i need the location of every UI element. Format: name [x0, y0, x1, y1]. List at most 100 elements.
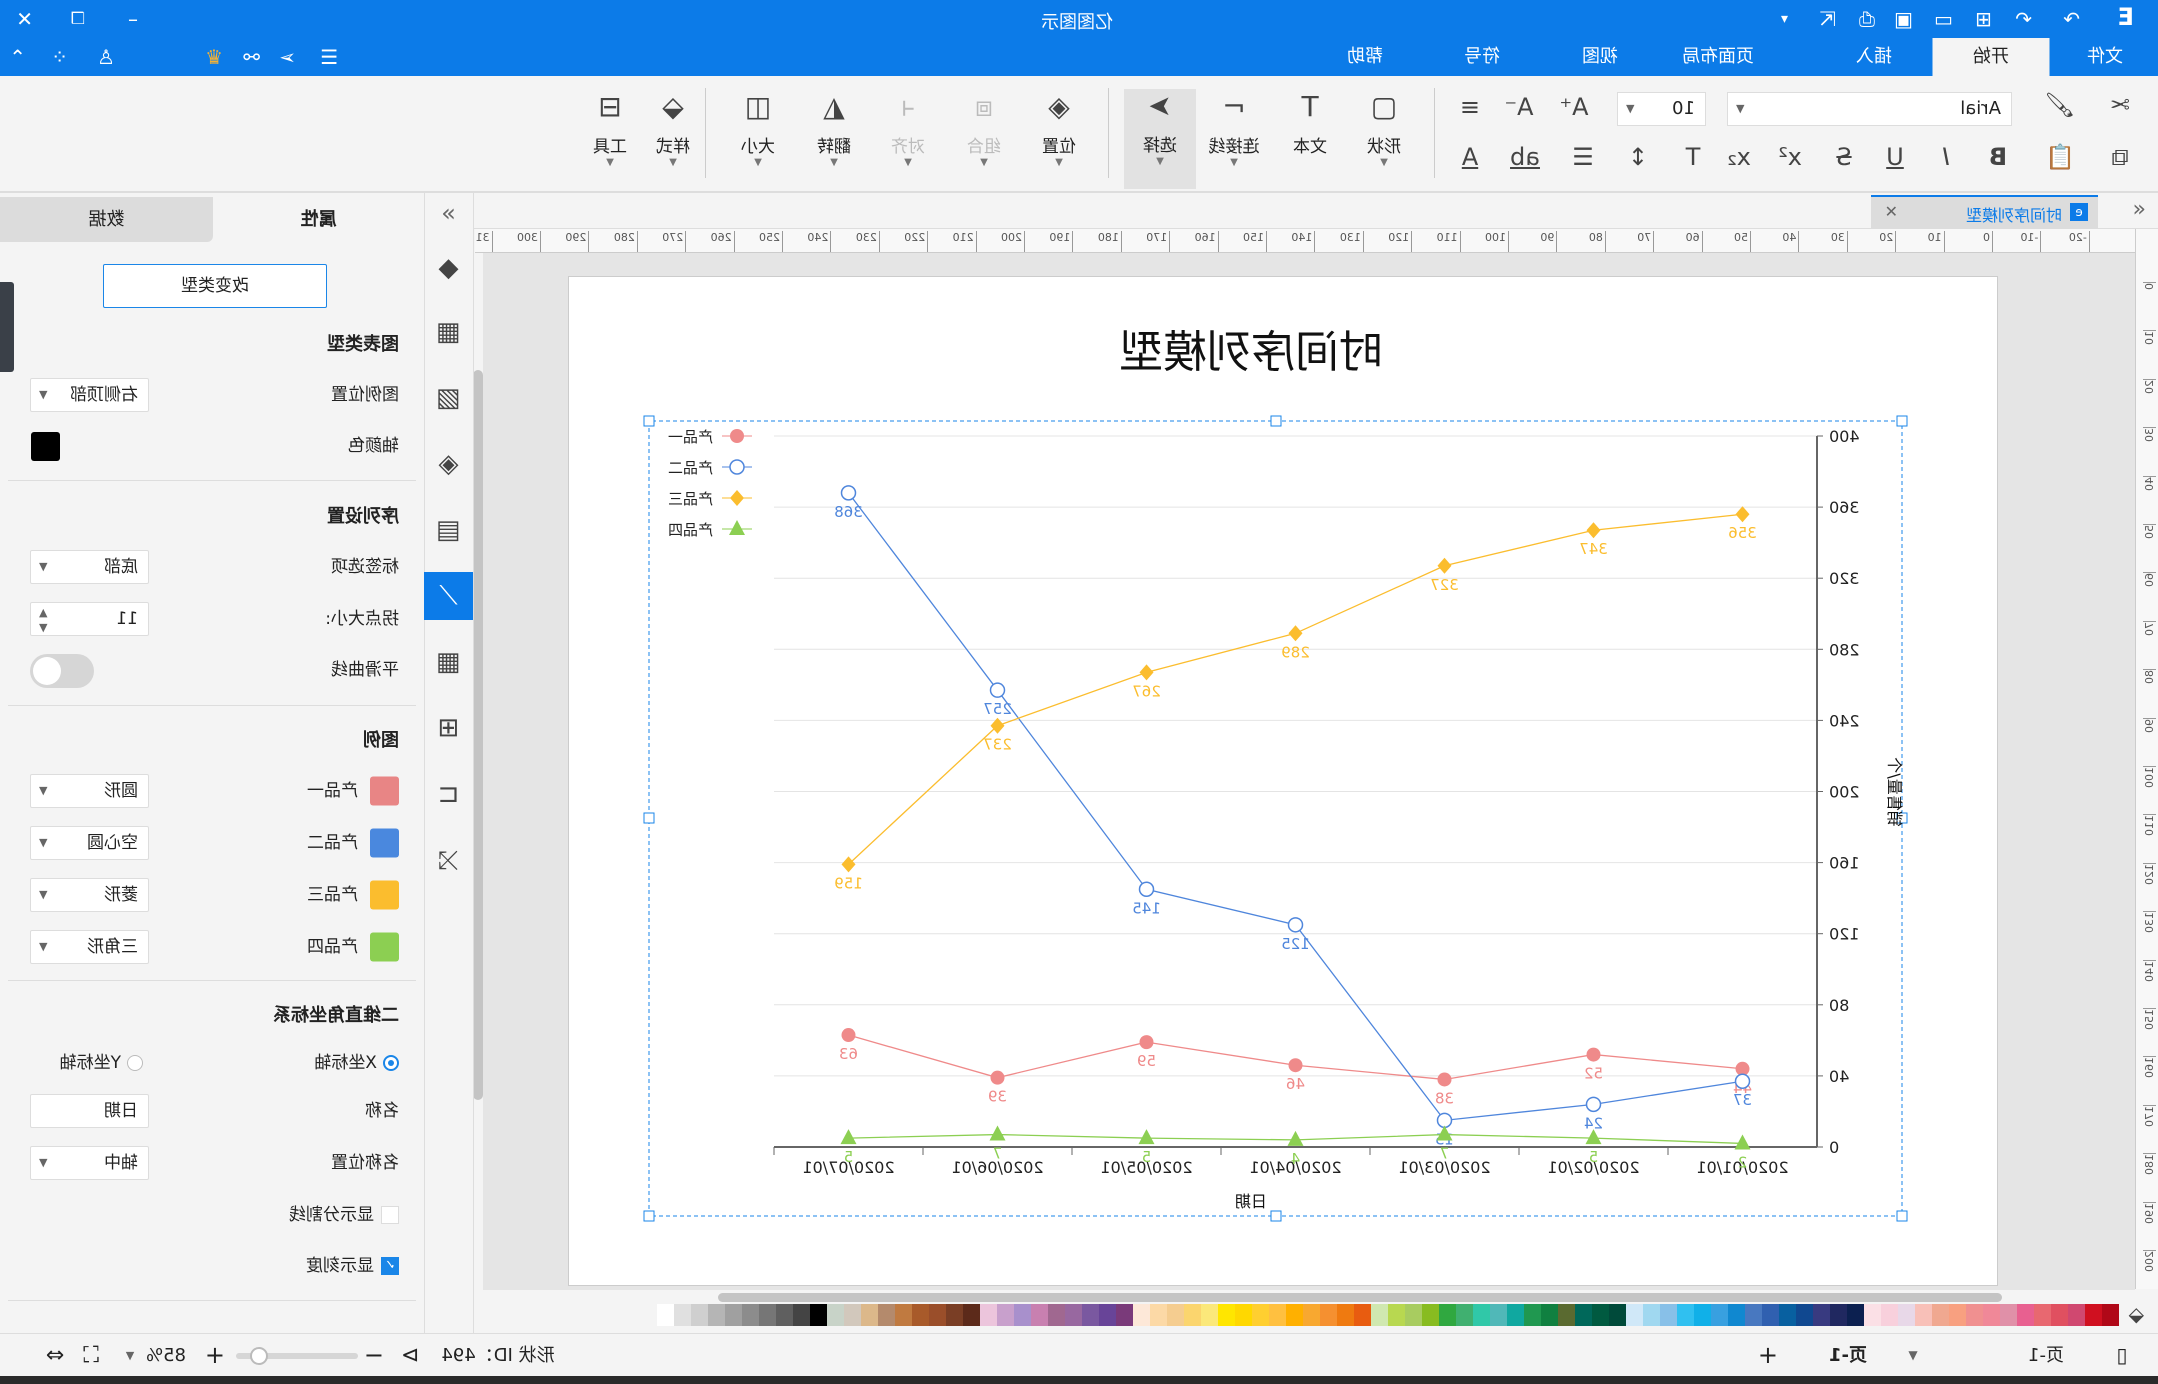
zoom-slider-handle[interactable] — [250, 1347, 268, 1365]
palette-swatch[interactable] — [1473, 1304, 1490, 1326]
open-icon[interactable]: ▭ — [1934, 7, 1953, 31]
fullscreen-icon[interactable]: ⛶ — [83, 1334, 98, 1377]
share-icon[interactable]: ⚯ — [243, 45, 260, 69]
tab-insert[interactable]: 插入 — [1838, 38, 1910, 76]
palette-swatch[interactable] — [742, 1304, 759, 1326]
select-button[interactable]: ➤ 选择 ▼ — [1124, 89, 1196, 189]
font-family-select[interactable]: Arial ▼ — [1727, 92, 2012, 126]
data-point[interactable] — [1139, 664, 1154, 681]
print-icon[interactable]: ⎙ — [1859, 7, 1875, 31]
legend-color-swatch[interactable] — [370, 828, 399, 858]
palette-swatch[interactable] — [1252, 1304, 1269, 1326]
feedback-icon[interactable]: ☰ — [320, 45, 338, 69]
palette-swatch[interactable] — [1456, 1304, 1473, 1326]
vertical-scrollbar[interactable] — [473, 370, 483, 1100]
data-point[interactable] — [1586, 522, 1601, 539]
more-icon[interactable]: ▾ — [1781, 8, 1788, 30]
palette-swatch[interactable] — [1660, 1304, 1677, 1326]
palette-swatch[interactable] — [1082, 1304, 1099, 1326]
palette-swatch[interactable] — [946, 1304, 963, 1326]
palette-swatch[interactable] — [1167, 1304, 1184, 1326]
theme-icon[interactable]: ♙ — [97, 45, 115, 69]
chevron-down-icon[interactable]: ▼ — [126, 1334, 134, 1377]
position-button[interactable]: ◈ 位置 ▼ — [1027, 90, 1091, 168]
palette-swatch[interactable] — [1116, 1304, 1133, 1326]
palette-swatch[interactable] — [1626, 1304, 1643, 1326]
underline-icon[interactable]: U — [1886, 143, 1904, 171]
palette-swatch[interactable] — [674, 1304, 691, 1326]
palette-swatch[interactable] — [1558, 1304, 1575, 1326]
tools-button[interactable]: ⊟ 工具 ▼ — [578, 90, 642, 168]
image-icon[interactable]: ▨ — [424, 374, 473, 422]
data-point[interactable] — [990, 1070, 1005, 1085]
collapse-ribbon-icon[interactable]: ⌃ — [9, 45, 26, 69]
data-point[interactable] — [1734, 1073, 1751, 1089]
italic-icon[interactable]: I — [1942, 143, 1949, 171]
connector-button[interactable]: ⌐ 连接线 ▼ — [1202, 90, 1266, 168]
save-icon[interactable]: ▣ — [1894, 7, 1913, 31]
palette-swatch[interactable] — [1847, 1304, 1864, 1326]
palette-swatch[interactable] — [1201, 1304, 1218, 1326]
palette-swatch[interactable] — [1422, 1304, 1439, 1326]
palette-swatch[interactable] — [1507, 1304, 1524, 1326]
expand-panel-icon[interactable]: » — [424, 189, 473, 237]
palette-swatch[interactable] — [2068, 1304, 2085, 1326]
palette-swatch[interactable] — [1371, 1304, 1388, 1326]
palette-swatch[interactable] — [1099, 1304, 1116, 1326]
palette-swatch[interactable] — [1524, 1304, 1541, 1326]
tab-help[interactable]: 帮助 — [1329, 38, 1401, 76]
palette-swatch[interactable] — [1337, 1304, 1354, 1326]
legend-shape-select[interactable]: 圆形 ▼ — [30, 774, 149, 808]
puzzle-icon[interactable]: ⊞ — [424, 704, 473, 752]
palette-swatch[interactable] — [810, 1304, 827, 1326]
format-painter-icon[interactable]: 🖌 — [2045, 91, 2075, 119]
palette-swatch[interactable] — [1813, 1304, 1830, 1326]
legend-position-select[interactable]: 右侧顶部 ▼ — [30, 378, 149, 412]
palette-swatch[interactable] — [776, 1304, 793, 1326]
play-icon[interactable]: ⊳ — [401, 1334, 419, 1377]
palette-swatch[interactable] — [1779, 1304, 1796, 1326]
data-point[interactable] — [1138, 1129, 1155, 1145]
show-grid-checkbox[interactable] — [381, 1206, 399, 1224]
palette-swatch[interactable] — [1898, 1304, 1915, 1326]
copy-icon[interactable]: ⧉ — [2111, 143, 2128, 171]
palette-swatch[interactable] — [1983, 1304, 2000, 1326]
show-ticks-checkbox[interactable]: ✓ — [381, 1257, 399, 1275]
palette-swatch[interactable] — [997, 1304, 1014, 1326]
palette-swatch[interactable] — [895, 1304, 912, 1326]
flip-button[interactable]: ◭ 翻转 ▼ — [802, 90, 866, 168]
legend-color-swatch[interactable] — [370, 776, 399, 806]
cut-icon[interactable]: ✂ — [2110, 91, 2130, 119]
palette-swatch[interactable] — [1592, 1304, 1609, 1326]
palette-swatch[interactable] — [1286, 1304, 1303, 1326]
palette-swatch[interactable] — [2017, 1304, 2034, 1326]
fill-icon[interactable]: ◆ — [424, 244, 473, 292]
data-point[interactable] — [1436, 1112, 1453, 1129]
palette-swatch[interactable] — [1711, 1304, 1728, 1326]
palette-swatch[interactable] — [1031, 1304, 1048, 1326]
y-axis-radio[interactable] — [127, 1055, 143, 1071]
legend-marker[interactable] — [729, 459, 745, 475]
palette-swatch[interactable] — [1932, 1304, 1949, 1326]
palette-swatch[interactable] — [912, 1304, 929, 1326]
palette-swatch[interactable] — [1405, 1304, 1422, 1326]
label-option-select[interactable]: 底部 ▼ — [30, 550, 149, 584]
resize-handle[interactable] — [1270, 415, 1282, 427]
data-point[interactable] — [1586, 1047, 1601, 1062]
restore-button[interactable]: ❐ — [71, 8, 85, 30]
data-point[interactable] — [1138, 881, 1155, 898]
mindmap-icon[interactable]: ⤨ — [424, 837, 473, 885]
data-point[interactable] — [841, 856, 856, 873]
page-tab[interactable]: 页-1 — [1829, 1334, 1867, 1377]
tab-home[interactable]: 开始 — [1932, 38, 2050, 76]
palette-swatch[interactable] — [1796, 1304, 1813, 1326]
data-point[interactable] — [840, 485, 857, 501]
text-direction-icon[interactable]: T — [1686, 143, 1701, 171]
palette-swatch[interactable] — [1439, 1304, 1456, 1326]
legend-marker[interactable] — [730, 490, 744, 506]
palette-swatch[interactable] — [1490, 1304, 1507, 1326]
resize-handle[interactable] — [643, 1210, 655, 1222]
palette-swatch[interactable] — [1643, 1304, 1660, 1326]
data-point[interactable] — [989, 682, 1006, 698]
page-setup-icon[interactable]: ▤ — [424, 506, 473, 554]
